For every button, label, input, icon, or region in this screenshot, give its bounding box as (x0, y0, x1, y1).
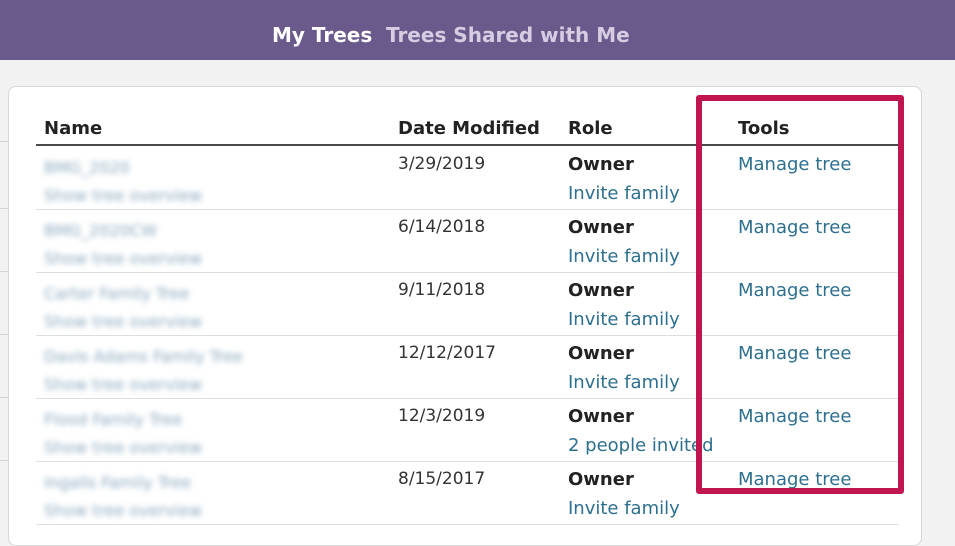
tree-name-redacted[interactable]: Carter Family Tree Show tree overview (44, 280, 202, 336)
tree-name[interactable]: Ingalls Family Tree (44, 469, 202, 497)
manage-tree-link[interactable]: Manage tree (738, 343, 851, 364)
role-label: Owner (568, 217, 634, 238)
table-row: Carter Family Tree Show tree overview 9/… (36, 272, 898, 336)
tab-my-trees[interactable]: My Trees (272, 22, 372, 48)
invite-family-link[interactable]: Invite family (568, 498, 680, 519)
column-header-role: Role (568, 118, 613, 139)
date-modified: 12/12/2017 (398, 343, 496, 363)
role-label: Owner (568, 280, 634, 301)
tree-name-redacted[interactable]: Flood Family Tree Show tree overview (44, 406, 202, 462)
table-row: Ingalls Family Tree Show tree overview 8… (36, 461, 898, 525)
left-panel-divider (0, 271, 8, 272)
manage-tree-link[interactable]: Manage tree (738, 469, 851, 490)
left-panel-divider (0, 397, 8, 398)
tree-name-redacted[interactable]: BMG_2020 Show tree overview (44, 154, 202, 210)
manage-tree-link[interactable]: Manage tree (738, 280, 851, 301)
manage-tree-link[interactable]: Manage tree (738, 217, 851, 238)
left-panel-divider (0, 460, 8, 461)
left-panel-divider (0, 334, 8, 335)
role-label: Owner (568, 343, 634, 364)
tree-name-redacted[interactable]: BMG_2020CW Show tree overview (44, 217, 202, 273)
tree-overview-link[interactable]: Show tree overview (44, 497, 202, 525)
tree-overview-link[interactable]: Show tree overview (44, 245, 202, 273)
invite-family-link[interactable]: Invite family (568, 372, 680, 393)
column-header-date-modified[interactable]: Date Modified (398, 118, 540, 139)
date-modified: 12/3/2019 (398, 406, 486, 426)
tree-overview-link[interactable]: Show tree overview (44, 182, 202, 210)
date-modified: 9/11/2018 (398, 280, 486, 300)
date-modified: 3/29/2019 (398, 154, 486, 174)
tree-name[interactable]: Flood Family Tree (44, 406, 202, 434)
top-nav-bar: My Trees Trees Shared with Me (0, 0, 955, 60)
tree-overview-link[interactable]: Show tree overview (44, 308, 202, 336)
left-panel-edge (0, 86, 8, 529)
column-header-name[interactable]: Name (44, 118, 102, 139)
tab-trees-shared-with-me[interactable]: Trees Shared with Me (386, 22, 630, 48)
table-row: Flood Family Tree Show tree overview 12/… (36, 398, 898, 462)
tree-name[interactable]: Davis Adams Family Tree (44, 343, 243, 371)
role-label: Owner (568, 154, 634, 175)
table-row: BMG_2020 Show tree overview 3/29/2019 Ow… (36, 146, 898, 210)
role-label: Owner (568, 469, 634, 490)
manage-tree-link[interactable]: Manage tree (738, 406, 851, 427)
tree-overview-link[interactable]: Show tree overview (44, 434, 202, 462)
date-modified: 6/14/2018 (398, 217, 486, 237)
left-panel-divider (0, 208, 8, 209)
tree-name-redacted[interactable]: Ingalls Family Tree Show tree overview (44, 469, 202, 525)
tree-name[interactable]: BMG_2020 (44, 154, 202, 182)
invite-family-link[interactable]: Invite family (568, 246, 680, 267)
column-header-tools: Tools (738, 118, 790, 139)
date-modified: 8/15/2017 (398, 469, 486, 489)
tree-overview-link[interactable]: Show tree overview (44, 371, 243, 399)
table-row: Davis Adams Family Tree Show tree overvi… (36, 335, 898, 399)
manage-tree-link[interactable]: Manage tree (738, 154, 851, 175)
role-label: Owner (568, 406, 634, 427)
tree-name-redacted[interactable]: Davis Adams Family Tree Show tree overvi… (44, 343, 243, 399)
tree-name[interactable]: Carter Family Tree (44, 280, 202, 308)
people-invited-link[interactable]: 2 people invited (568, 435, 714, 456)
left-panel-divider (0, 141, 8, 142)
table-row: BMG_2020CW Show tree overview 6/14/2018 … (36, 209, 898, 273)
invite-family-link[interactable]: Invite family (568, 309, 680, 330)
invite-family-link[interactable]: Invite family (568, 183, 680, 204)
tree-name[interactable]: BMG_2020CW (44, 217, 202, 245)
